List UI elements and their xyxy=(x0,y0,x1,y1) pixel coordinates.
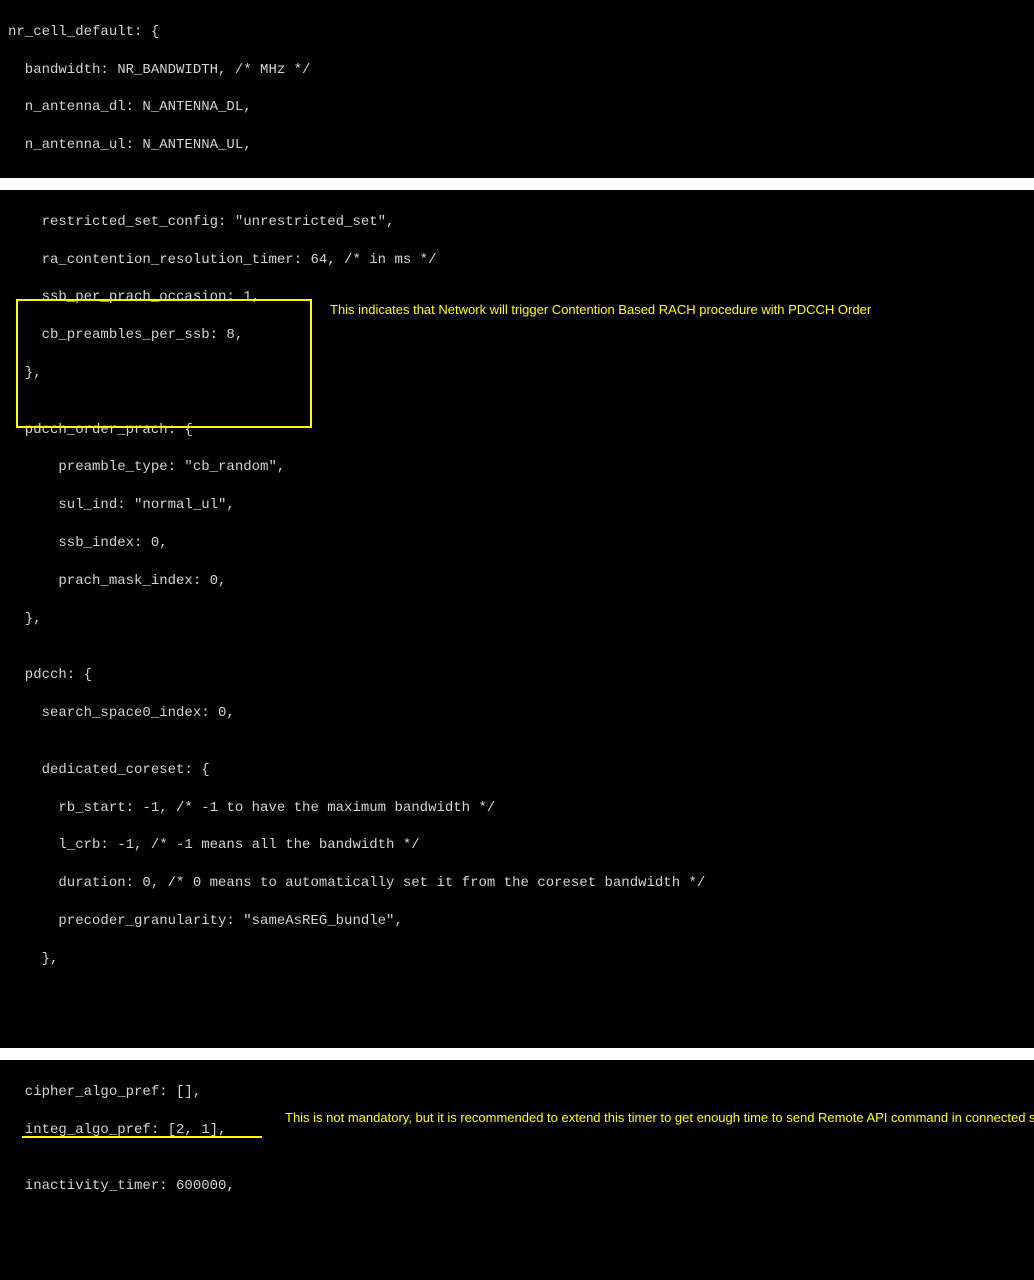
code-line: }, xyxy=(0,950,1034,969)
code-line: sul_ind: "normal_ul", xyxy=(0,496,1034,515)
underline-inactivity-timer xyxy=(22,1136,262,1138)
code-line: preamble_type: "cb_random", xyxy=(0,458,1034,477)
code-line: rb_start: -1, /* -1 to have the maximum … xyxy=(0,799,1034,818)
code-line: ra_contention_resolution_timer: 64, /* i… xyxy=(0,251,1034,270)
code-line: n_antenna_dl: N_ANTENNA_DL, xyxy=(0,98,1034,117)
section-divider xyxy=(0,178,1034,190)
code-line: l_crb: -1, /* -1 means all the bandwidth… xyxy=(0,836,1034,855)
code-line: search_space0_index: 0, xyxy=(0,704,1034,723)
code-line: nr_cell_default: { xyxy=(0,23,1034,42)
code-line: pdcch: { xyxy=(0,666,1034,685)
code-line: dedicated_coreset: { xyxy=(0,761,1034,780)
annotation-inactivity-timer: This is not mandatory, but it is recomme… xyxy=(285,1110,1015,1127)
code-line: }, xyxy=(0,610,1034,629)
code-line: precoder_granularity: "sameAsREG_bundle"… xyxy=(0,912,1034,931)
code-line: n_antenna_ul: N_ANTENNA_UL, xyxy=(0,136,1034,155)
code-line: ssb_index: 0, xyxy=(0,534,1034,553)
highlight-pdcch-order-prach xyxy=(16,299,312,428)
code-line: cipher_algo_pref: [], xyxy=(0,1083,1034,1102)
code-line: duration: 0, /* 0 means to automatically… xyxy=(0,874,1034,893)
section-divider xyxy=(0,1048,1034,1060)
code-line: prach_mask_index: 0, xyxy=(0,572,1034,591)
code-section-bottom: cipher_algo_pref: [], integ_algo_pref: [… xyxy=(0,1060,1034,1280)
code-line: restricted_set_config: "unrestricted_set… xyxy=(0,213,1034,232)
code-section-top: nr_cell_default: { bandwidth: NR_BANDWID… xyxy=(0,0,1034,178)
code-line: bandwidth: NR_BANDWIDTH, /* MHz */ xyxy=(0,61,1034,80)
code-line: inactivity_timer: 600000, xyxy=(0,1177,1034,1196)
code-section-middle: restricted_set_config: "unrestricted_set… xyxy=(0,190,1034,1048)
annotation-pdcch-order: This indicates that Network will trigger… xyxy=(330,302,1020,319)
